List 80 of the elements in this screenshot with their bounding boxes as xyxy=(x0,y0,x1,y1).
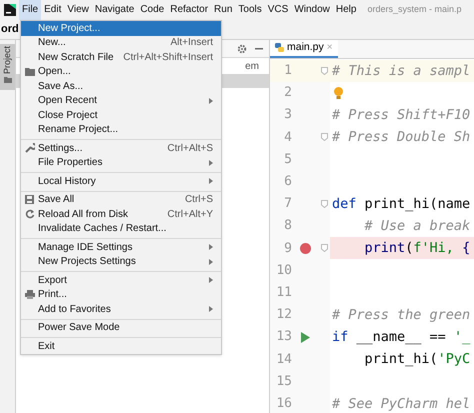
line-number: 12 xyxy=(275,306,292,324)
minimize-icon[interactable] xyxy=(255,48,263,50)
floppy-icon xyxy=(25,195,34,204)
code-line: # Press the green xyxy=(332,306,470,325)
wrench-icon xyxy=(24,143,34,154)
menu-option[interactable]: Export xyxy=(21,273,221,288)
menu-option[interactable]: Print... xyxy=(21,288,221,302)
menu-item[interactable]: Run xyxy=(211,0,236,20)
menu-item[interactable]: Navigate xyxy=(92,0,138,20)
menu-option[interactable]: Settings... Ctrl+Alt+S xyxy=(21,141,221,156)
line-number: 13 xyxy=(275,328,292,346)
fold-icon[interactable] xyxy=(320,200,328,208)
menu-option[interactable]: New Scratch File Ctrl+Alt+Shift+Insert xyxy=(21,50,221,64)
menu-option[interactable]: Open Recent xyxy=(21,94,221,108)
menu-item[interactable]: Refactor xyxy=(167,0,212,20)
menu-option[interactable]: Local History xyxy=(21,174,221,188)
line-number: 7 xyxy=(283,195,292,214)
reload-icon xyxy=(24,209,34,220)
line-number: 3 xyxy=(283,106,292,124)
app-logo-icon xyxy=(4,4,16,16)
code-line: # See PyCharm hel xyxy=(332,394,470,413)
menu-option[interactable]: Invalidate Caches / Restart... xyxy=(21,222,221,236)
menu-option[interactable]: File Properties xyxy=(21,156,221,170)
code-line: # This is a sampl xyxy=(332,62,470,81)
menu-option[interactable]: Close Project xyxy=(21,108,221,122)
menu-option[interactable]: Exit xyxy=(21,339,221,354)
menu-option[interactable]: Save All Ctrl+S xyxy=(21,192,221,207)
menu-option[interactable]: Save As... xyxy=(21,79,221,94)
menu-item[interactable]: Help xyxy=(332,0,360,20)
printer-icon xyxy=(24,290,34,300)
settings-icon[interactable] xyxy=(237,44,247,54)
code-line: # Press Double Sh xyxy=(332,128,470,148)
line-number: 11 xyxy=(275,284,292,302)
tree-item-text[interactable]: em xyxy=(245,58,259,74)
fold-icon[interactable] xyxy=(320,244,328,252)
menu-option[interactable]: Power Save Mode xyxy=(21,320,221,335)
folder-icon xyxy=(4,77,12,84)
menu-item[interactable]: Code xyxy=(137,0,168,20)
line-number: 14 xyxy=(275,350,292,369)
menu-option[interactable]: Reload All from Disk Ctrl+Alt+Y xyxy=(21,207,221,222)
lightbulb-icon[interactable] xyxy=(334,87,343,100)
menu-option[interactable]: Add to Favorites xyxy=(21,302,221,316)
line-number: 15 xyxy=(275,372,292,391)
editor-tab[interactable]: main.py × xyxy=(270,40,338,58)
menu-option[interactable]: Manage IDE Settings xyxy=(21,240,221,254)
code-line: if __name__ == '_ xyxy=(332,328,470,347)
code-line: print(f'Hi, { xyxy=(364,239,470,258)
project-name[interactable]: ord xyxy=(0,21,19,38)
line-number: 2 xyxy=(283,84,292,102)
code-line: # Press Shift+F10 xyxy=(332,106,470,126)
project-tool-tab[interactable]: Project xyxy=(0,44,15,90)
window-title: orders_system - main.p xyxy=(367,3,462,16)
menu-item[interactable]: Edit xyxy=(41,0,64,20)
menu-option[interactable]: New... Alt+Insert xyxy=(21,36,221,50)
menu-item[interactable]: File xyxy=(19,0,42,20)
code-line: # Use a break xyxy=(364,217,470,236)
menu-item[interactable]: View xyxy=(64,0,92,20)
fold-icon[interactable] xyxy=(320,133,328,142)
fold-icon[interactable] xyxy=(320,66,328,75)
line-number: 10 xyxy=(275,262,292,280)
breakpoint-icon[interactable] xyxy=(300,242,310,254)
code-line: def print_hi(name xyxy=(332,194,470,214)
menu-option[interactable]: New Projects Settings xyxy=(21,254,221,269)
code-line: print_hi('PyC xyxy=(364,350,470,370)
folder-icon xyxy=(24,68,34,76)
menu-option[interactable]: New Project... xyxy=(21,21,221,36)
line-number: 16 xyxy=(275,394,292,413)
line-number: 4 xyxy=(283,128,292,147)
line-number: 6 xyxy=(283,173,292,192)
menu-option[interactable]: Open... xyxy=(21,64,221,79)
line-number: 8 xyxy=(283,217,292,236)
menu-item[interactable]: Window xyxy=(291,0,333,20)
line-number: 9 xyxy=(283,240,292,258)
python-file-icon xyxy=(275,43,284,52)
line-number: 5 xyxy=(283,150,292,169)
menu-item[interactable]: Tools xyxy=(235,0,265,20)
line-number: 1 xyxy=(283,62,292,80)
menu-option[interactable]: Rename Project... xyxy=(21,122,221,137)
run-icon[interactable] xyxy=(300,332,310,343)
menu-item[interactable]: VCS xyxy=(264,0,292,20)
